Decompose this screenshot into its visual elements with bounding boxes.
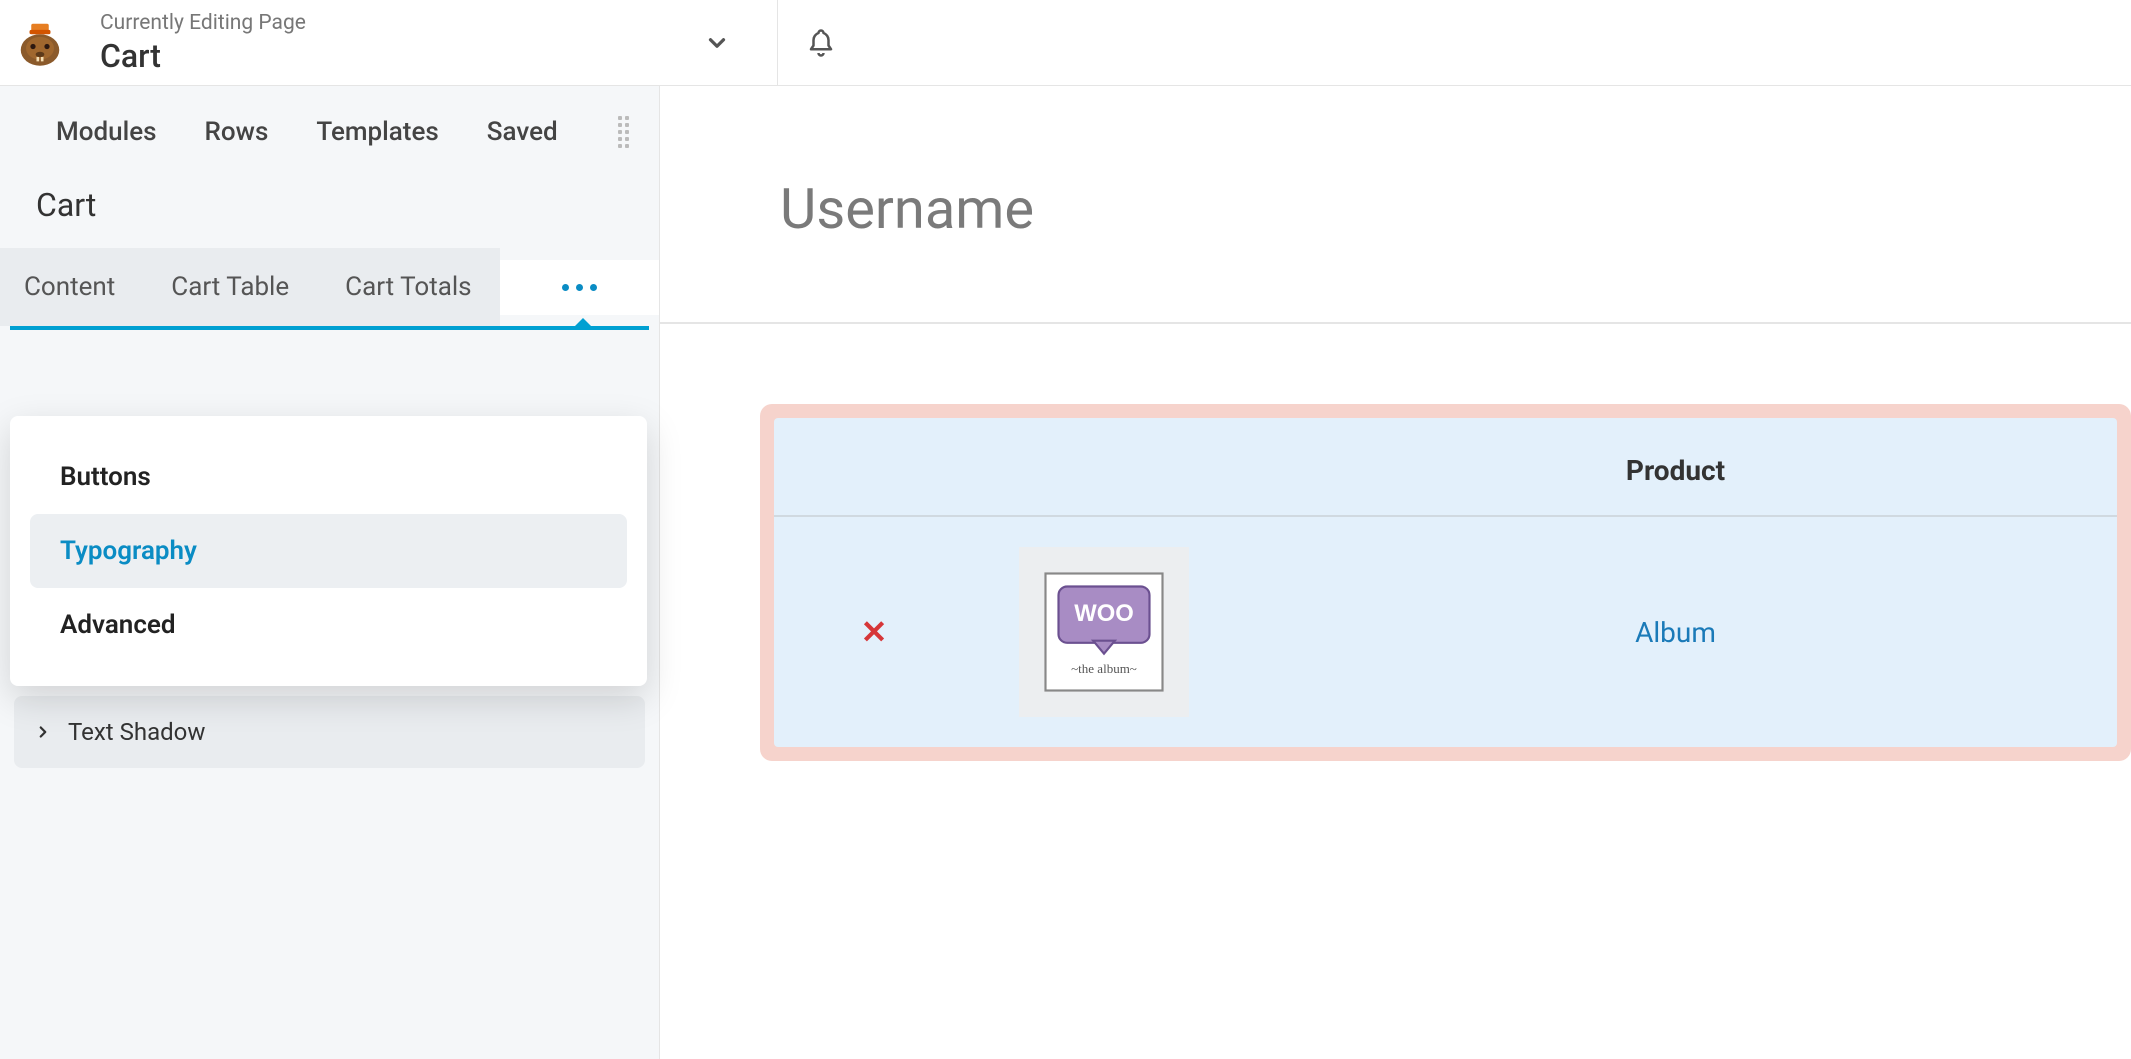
accordion-text-shadow[interactable]: Text Shadow <box>14 696 645 768</box>
dropdown-item-buttons[interactable]: Buttons <box>30 440 627 514</box>
settings-tab-cart-table[interactable]: Cart Table <box>143 248 317 326</box>
tab-saved[interactable]: Saved <box>487 117 558 147</box>
beaver-logo <box>10 13 70 73</box>
notifications-button[interactable] <box>801 23 841 63</box>
settings-tab-content[interactable]: Content <box>0 248 143 326</box>
chevron-down-icon <box>704 30 730 56</box>
settings-tab-more[interactable] <box>500 260 659 315</box>
tab-modules[interactable]: Modules <box>56 117 157 147</box>
tab-rows[interactable]: Rows <box>205 117 269 147</box>
svg-text:~the album~: ~the album~ <box>1071 661 1137 676</box>
page-dropdown-toggle[interactable] <box>697 23 737 63</box>
preview-username: Username <box>660 86 2131 242</box>
preview-divider <box>660 322 2131 324</box>
tab-templates[interactable]: Templates <box>316 117 438 147</box>
product-link[interactable]: Album <box>1635 616 1716 649</box>
cart-header-product: Product <box>1254 454 2097 487</box>
dropdown-item-advanced[interactable]: Advanced <box>30 588 627 662</box>
editing-label: Currently Editing Page <box>100 11 697 35</box>
settings-tab-cart-totals[interactable]: Cart Totals <box>317 248 499 326</box>
table-row: ✕ WOO ~the album~ <box>774 517 2117 747</box>
remove-item-button[interactable]: ✕ <box>861 613 888 651</box>
module-title: Cart <box>0 168 659 248</box>
panel-drag-handle[interactable] <box>618 116 629 148</box>
svg-text:WOO: WOO <box>1074 600 1134 627</box>
chevron-right-icon <box>34 723 52 741</box>
bell-icon <box>806 28 836 58</box>
dropdown-item-typography[interactable]: Typography <box>30 514 627 588</box>
cart-table-header: Product <box>774 418 2117 517</box>
product-thumbnail[interactable]: WOO ~the album~ <box>1019 547 1189 717</box>
accordion-label: Text Shadow <box>68 718 205 746</box>
page-title: Cart <box>100 37 697 75</box>
more-tabs-dropdown: Buttons Typography Advanced <box>10 416 647 686</box>
cart-module-wrapper[interactable]: Product ✕ WOO ~the album~ <box>760 404 2131 761</box>
more-dots-icon <box>562 284 569 291</box>
